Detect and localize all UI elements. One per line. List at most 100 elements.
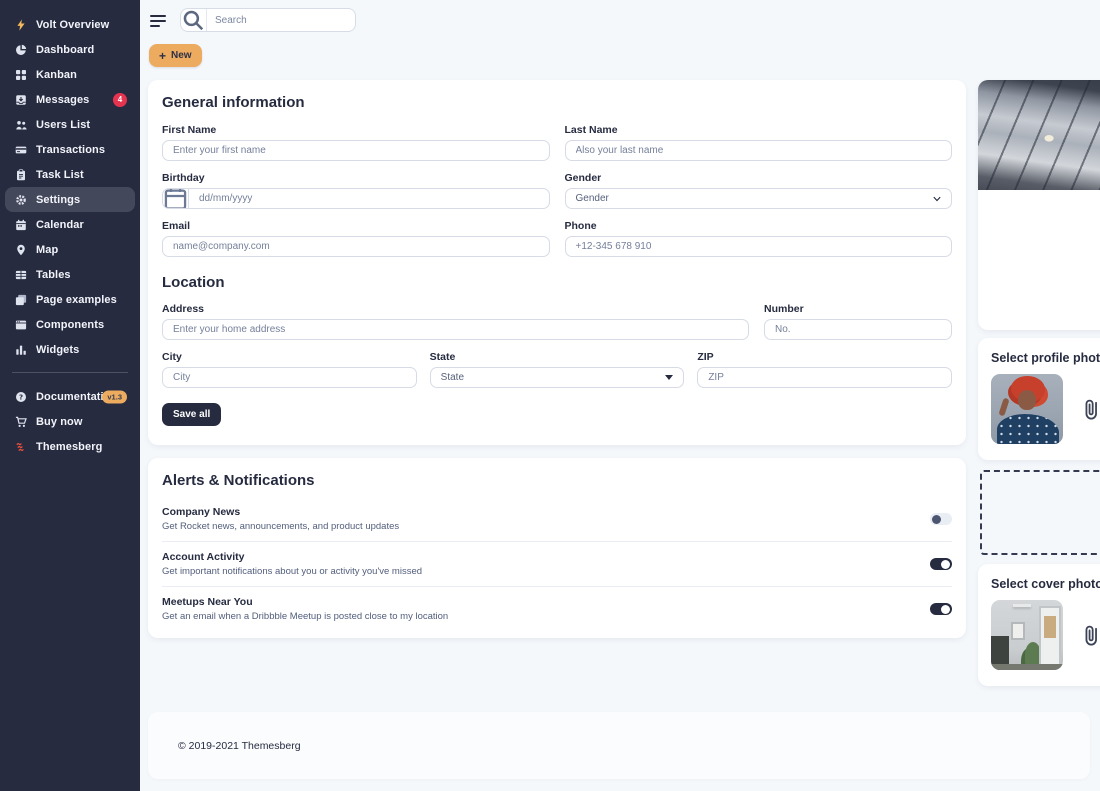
sidebar-item-label: Settings xyxy=(36,194,80,206)
paperclip-icon[interactable] xyxy=(1081,623,1100,647)
sidebar-item-users-list[interactable]: Users List xyxy=(5,112,135,137)
table-icon xyxy=(14,268,27,281)
gender-field: Gender Gender xyxy=(565,172,953,209)
sidebar: Volt Overview Dashboard Kanban Messages … xyxy=(0,0,140,791)
sidebar-item-label: Themesberg xyxy=(36,441,102,453)
sidebar-divider xyxy=(12,372,128,373)
version-badge: v1.3 xyxy=(102,390,127,403)
sidebar-item-tables[interactable]: Tables xyxy=(5,262,135,287)
number-label: Number xyxy=(764,303,952,315)
sidebar-item-label: Transactions xyxy=(36,144,105,156)
city-input[interactable] xyxy=(162,367,417,388)
users-icon xyxy=(14,118,27,131)
address-input[interactable] xyxy=(162,319,749,340)
bolt-icon xyxy=(14,18,27,31)
last-name-input[interactable] xyxy=(565,140,953,161)
zip-input[interactable] xyxy=(697,367,952,388)
sidebar-item-buy-now[interactable]: Buy now xyxy=(5,409,135,434)
select-profile-photo-card: Select profile photo xyxy=(978,338,1100,460)
components-icon xyxy=(14,318,27,331)
birthday-input[interactable] xyxy=(189,189,549,208)
sidebar-item-page-examples[interactable]: Page examples xyxy=(5,287,135,312)
alert-item-description: Get an email when a Dribbble Meetup is p… xyxy=(162,611,448,622)
chevron-down-icon xyxy=(933,196,941,202)
state-label: State xyxy=(430,351,685,363)
zip-label: ZIP xyxy=(697,351,952,363)
sidebar-item-kanban[interactable]: Kanban xyxy=(5,62,135,87)
sidebar-item-label: Volt Overview xyxy=(36,19,109,31)
state-field: State State xyxy=(430,351,685,388)
widgets-icon xyxy=(14,343,27,356)
sidebar-item-documentation[interactable]: ? Documentation v1.3 xyxy=(5,384,135,409)
company-news-toggle[interactable] xyxy=(930,513,952,525)
phone-label: Phone xyxy=(565,220,953,232)
number-input[interactable] xyxy=(764,319,952,340)
new-button[interactable]: + New xyxy=(149,44,202,67)
phone-input[interactable] xyxy=(565,236,953,257)
plus-icon: + xyxy=(159,50,166,62)
sidebar-item-label: Map xyxy=(36,244,58,256)
address-field: Address xyxy=(162,303,749,340)
sidebar-toggle-icon[interactable] xyxy=(150,13,168,27)
alert-item-description: Get Rocket news, announcements, and prod… xyxy=(162,521,399,532)
alerts-title: Alerts & Notifications xyxy=(162,472,952,489)
last-name-label: Last Name xyxy=(565,124,953,136)
sidebar-item-dashboard[interactable]: Dashboard xyxy=(5,37,135,62)
meetups-toggle[interactable] xyxy=(930,603,952,615)
inbox-icon xyxy=(14,93,27,106)
alert-row-meetups-near-you: Meetups Near You Get an email when a Dri… xyxy=(162,586,952,631)
paperclip-icon[interactable] xyxy=(1081,397,1100,421)
email-field: Email xyxy=(162,220,550,257)
sidebar-item-label: Page examples xyxy=(36,294,117,306)
search-box xyxy=(180,8,356,32)
first-name-input[interactable] xyxy=(162,140,550,161)
sidebar-item-components[interactable]: Components xyxy=(5,312,135,337)
cover-preview-image xyxy=(978,80,1100,190)
sidebar-item-widgets[interactable]: Widgets xyxy=(5,337,135,362)
sidebar-item-label: Widgets xyxy=(36,344,79,356)
city-label: City xyxy=(162,351,417,363)
general-information-card: General information First Name Last Name… xyxy=(148,80,966,445)
first-name-label: First Name xyxy=(162,124,550,136)
svg-text:?: ? xyxy=(18,393,22,401)
profile-cover-card xyxy=(978,80,1100,330)
sidebar-item-calendar[interactable]: Calendar xyxy=(5,212,135,237)
footer: © 2019-2021 Themesberg xyxy=(148,712,1090,779)
photo-dropzone[interactable] xyxy=(980,470,1100,555)
alert-row-account-activity: Account Activity Get important notificat… xyxy=(162,541,952,586)
topbar xyxy=(150,8,356,32)
alert-item-description: Get important notifications about you or… xyxy=(162,566,422,577)
address-label: Address xyxy=(162,303,749,315)
account-activity-toggle[interactable] xyxy=(930,558,952,570)
select-cover-photo-card: Select cover photo xyxy=(978,564,1100,686)
last-name-field: Last Name xyxy=(565,124,953,161)
email-input[interactable] xyxy=(162,236,550,257)
alert-item-title: Account Activity xyxy=(162,551,422,563)
sidebar-item-label: Task List xyxy=(36,169,84,181)
profile-photo-thumbnail[interactable] xyxy=(991,374,1063,444)
state-select[interactable]: State xyxy=(430,367,685,388)
sidebar-item-volt-overview[interactable]: Volt Overview xyxy=(5,12,135,37)
select-cover-photo-title: Select cover photo xyxy=(991,577,1100,591)
select-profile-photo-title: Select profile photo xyxy=(991,351,1100,365)
cover-photo-thumbnail[interactable] xyxy=(991,600,1063,670)
sidebar-item-settings[interactable]: Settings xyxy=(5,187,135,212)
sidebar-item-themesberg[interactable]: Themesberg xyxy=(5,434,135,459)
pages-icon xyxy=(14,293,27,306)
messages-count-badge: 4 xyxy=(113,93,127,107)
calendar-icon xyxy=(163,189,189,208)
sidebar-item-messages[interactable]: Messages 4 xyxy=(5,87,135,112)
chevron-down-icon xyxy=(665,375,673,380)
alert-row-company-news: Company News Get Rocket news, announceme… xyxy=(162,497,952,541)
sidebar-item-transactions[interactable]: Transactions xyxy=(5,137,135,162)
search-input[interactable] xyxy=(207,9,355,31)
sidebar-item-task-list[interactable]: Task List xyxy=(5,162,135,187)
sidebar-item-map[interactable]: Map xyxy=(5,237,135,262)
question-circle-icon: ? xyxy=(14,390,27,403)
save-all-button[interactable]: Save all xyxy=(162,403,221,426)
sidebar-item-label: Users List xyxy=(36,119,90,131)
sidebar-item-label: Components xyxy=(36,319,104,331)
gender-select[interactable]: Gender xyxy=(565,188,953,209)
city-field: City xyxy=(162,351,417,388)
themesberg-logo-icon xyxy=(14,440,27,453)
